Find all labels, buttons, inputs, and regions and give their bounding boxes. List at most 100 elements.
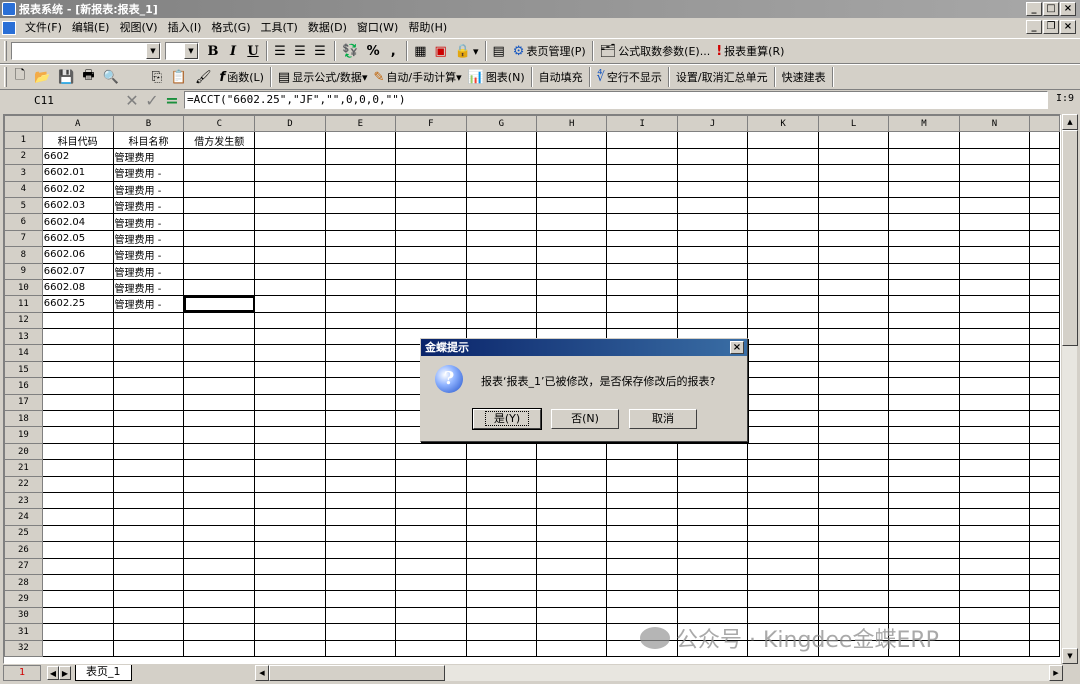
grid-cell[interactable] (747, 508, 819, 526)
grid-cell[interactable] (254, 606, 326, 625)
grid-cell[interactable] (324, 360, 397, 379)
row-header[interactable]: 5 (4, 196, 43, 215)
grid-cell[interactable] (41, 311, 114, 330)
grid-cell[interactable] (324, 606, 397, 625)
column-header[interactable] (1029, 115, 1060, 133)
grid-cell[interactable] (817, 491, 890, 510)
grid-cell[interactable] (817, 541, 890, 559)
grid-cell[interactable] (888, 410, 960, 428)
row-header[interactable]: 17 (4, 393, 43, 412)
grid-cell[interactable] (465, 623, 538, 641)
grid-cell[interactable] (465, 541, 538, 559)
confirm-icon[interactable]: ✓ (142, 91, 162, 111)
grid-cell[interactable] (888, 393, 960, 412)
grid-cell[interactable] (112, 377, 185, 395)
grid-cell[interactable] (112, 557, 185, 575)
grid-cell[interactable] (465, 442, 538, 461)
column-header[interactable]: M (888, 115, 960, 133)
grid-cell[interactable] (535, 459, 608, 477)
grid-cell[interactable] (41, 442, 114, 461)
grid-cell[interactable] (254, 344, 326, 362)
grid-cell[interactable] (535, 557, 608, 575)
grid-cell[interactable] (324, 524, 397, 543)
grid-cell[interactable] (183, 524, 256, 543)
grid-cell[interactable] (1029, 246, 1060, 264)
grid-cell[interactable] (41, 524, 114, 543)
grid-cell[interactable] (324, 295, 397, 313)
grid-cell[interactable] (183, 442, 256, 461)
grid-cell[interactable] (747, 131, 819, 149)
grid-cell[interactable] (183, 623, 256, 641)
grid-cell[interactable] (535, 639, 608, 657)
grid-cell[interactable] (676, 557, 749, 575)
grid-cell[interactable] (183, 508, 256, 526)
grid-cell[interactable] (606, 557, 678, 575)
grid-cell[interactable]: 6602.02 (41, 180, 114, 198)
grid-cell[interactable] (395, 639, 467, 657)
toolbar-grip[interactable] (4, 67, 7, 87)
grid-cell[interactable] (747, 541, 819, 559)
grid-cell[interactable] (1029, 606, 1060, 625)
grid-cell[interactable] (676, 295, 749, 313)
grid-cell[interactable] (1029, 377, 1060, 395)
cell-reference[interactable]: C11 (0, 91, 120, 111)
grid-cell[interactable] (535, 623, 608, 641)
grid-cell[interactable] (112, 623, 185, 641)
grid-cell[interactable] (958, 344, 1031, 362)
grid-cell[interactable] (254, 213, 326, 231)
grid-cell[interactable] (465, 311, 538, 330)
grid-cell[interactable] (606, 213, 678, 231)
grid-cell[interactable] (254, 295, 326, 313)
grid-cell[interactable] (747, 360, 819, 379)
menu-help[interactable]: 帮助(H) (403, 19, 452, 37)
grid-cell[interactable] (183, 229, 256, 248)
quick-build-button[interactable]: 快速建表 (779, 67, 829, 87)
grid-cell[interactable] (324, 196, 397, 215)
grid-cell[interactable] (183, 410, 256, 428)
grid-cell[interactable] (747, 410, 819, 428)
underline-button[interactable]: U (243, 41, 263, 61)
grid-cell[interactable] (535, 311, 608, 330)
grid-cell[interactable] (324, 328, 397, 346)
grid-cell[interactable] (395, 213, 467, 231)
grid-cell[interactable] (465, 147, 538, 166)
formula-input[interactable]: =ACCT("6602.25","JF","",0,0,0,"") (184, 91, 1048, 109)
grid-cell[interactable]: 管理费用 - (112, 278, 185, 297)
grid-cell[interactable]: 管理费用 - (112, 246, 185, 264)
grid-cell[interactable] (183, 459, 256, 477)
hide-empty-rows-button[interactable]: ∜ 空行不显示 (594, 67, 665, 87)
grid-cell[interactable] (41, 573, 114, 592)
grid-cell[interactable] (1029, 180, 1060, 198)
grid-cell[interactable]: 6602 (41, 147, 114, 166)
grid-cell[interactable] (324, 459, 397, 477)
grid-cell[interactable] (535, 573, 608, 592)
row-header[interactable]: 16 (4, 377, 43, 395)
grid-cell[interactable] (606, 508, 678, 526)
row-header[interactable]: 9 (4, 262, 43, 280)
grid-cell[interactable] (747, 180, 819, 198)
grid-cell[interactable] (535, 278, 608, 297)
show-formula-button[interactable]: ▤ 显示公式/数据 ▾ (275, 67, 371, 87)
grid-cell[interactable] (958, 295, 1031, 313)
grid-cell[interactable] (183, 590, 256, 608)
row-header[interactable]: 25 (4, 524, 43, 543)
grid-cell[interactable] (747, 229, 819, 248)
grid-cell[interactable] (676, 590, 749, 608)
grid-cell[interactable] (254, 131, 326, 149)
grid-cell[interactable] (747, 278, 819, 297)
grid-cell[interactable] (535, 590, 608, 608)
chevron-down-icon[interactable]: ▼ (184, 43, 198, 59)
grid-cell[interactable] (958, 147, 1031, 166)
menu-tools[interactable]: 工具(T) (256, 19, 303, 37)
grid-cell[interactable] (958, 262, 1031, 280)
grid-cell[interactable] (817, 442, 890, 461)
row-header[interactable]: 31 (4, 623, 43, 641)
grid-cell[interactable] (888, 164, 960, 182)
grid-cell[interactable] (1029, 213, 1060, 231)
grid-cell[interactable] (465, 196, 538, 215)
grid-cell[interactable] (183, 180, 256, 198)
grid-cell[interactable] (958, 410, 1031, 428)
grid-cell[interactable] (888, 360, 960, 379)
grid-cell[interactable]: 6602.07 (41, 262, 114, 280)
grid-cell[interactable] (395, 164, 467, 182)
